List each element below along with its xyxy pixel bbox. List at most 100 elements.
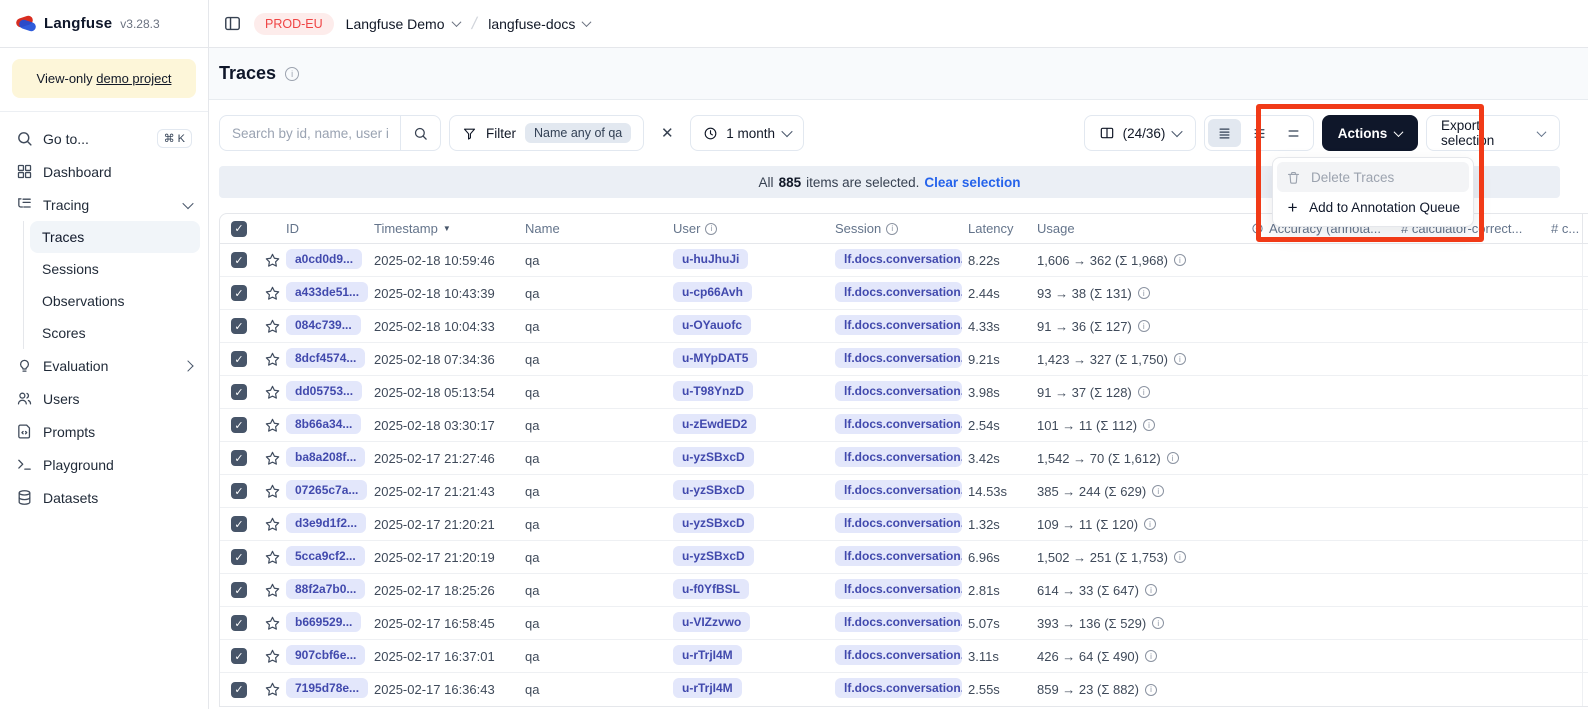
time-range-button[interactable]: 1 month (690, 115, 804, 151)
info-icon[interactable]: i (1152, 617, 1164, 629)
user-badge[interactable]: u-rTrjI4M (673, 678, 742, 698)
info-icon[interactable]: i (1143, 419, 1155, 431)
row-checkbox[interactable]: ✓ (231, 252, 247, 268)
columns-button[interactable]: (24/36) (1084, 115, 1196, 151)
table-row[interactable]: ✓ 907cbf6e... 2025-02-17 16:37:01 qa u-r… (220, 640, 1588, 673)
sidebar-item-evaluation[interactable]: Evaluation (8, 349, 200, 382)
row-checkbox[interactable]: ✓ (231, 351, 247, 367)
table-row[interactable]: ✓ 084c739... 2025-02-18 10:04:33 qa u-OY… (220, 310, 1588, 343)
trace-id-badge[interactable]: 8dcf4574... (286, 348, 365, 368)
sidebar-subitem[interactable]: Traces (30, 221, 200, 253)
row-height-large-button[interactable] (1277, 119, 1310, 147)
row-checkbox[interactable]: ✓ (231, 450, 247, 466)
info-icon[interactable]: i (1174, 353, 1186, 365)
row-checkbox[interactable]: ✓ (231, 549, 247, 565)
star-icon[interactable] (264, 285, 281, 302)
org-switcher[interactable]: Langfuse Demo (346, 16, 460, 32)
actions-button[interactable]: Actions (1322, 115, 1418, 151)
star-icon[interactable] (264, 648, 281, 665)
star-icon[interactable] (264, 318, 281, 335)
select-all-checkbox[interactable]: ✓ (231, 221, 247, 237)
table-row[interactable]: ✓ 8b66a34... 2025-02-18 03:30:17 qa u-zE… (220, 409, 1588, 442)
session-badge[interactable]: lf.docs.conversation... (835, 414, 962, 434)
session-badge[interactable]: lf.docs.conversation... (835, 480, 962, 500)
search-button[interactable] (400, 116, 440, 150)
info-icon[interactable]: i (1145, 684, 1157, 696)
session-badge[interactable]: lf.docs.conversation... (835, 678, 962, 698)
table-row[interactable]: ✓ a0cd0d9... 2025-02-18 10:59:46 qa u-hu… (220, 244, 1588, 277)
session-badge[interactable]: lf.docs.conversation... (835, 513, 962, 533)
session-badge[interactable]: lf.docs.conversation... (835, 546, 962, 566)
row-checkbox[interactable]: ✓ (231, 285, 247, 301)
row-checkbox[interactable]: ✓ (231, 615, 247, 631)
goto-search[interactable]: Go to... ⌘ K (8, 122, 200, 155)
user-badge[interactable]: u-MYpDAT5 (673, 348, 757, 368)
user-badge[interactable]: u-yzSBxcD (673, 546, 754, 566)
session-badge[interactable]: lf.docs.conversation... (835, 348, 962, 368)
clear-filter-button[interactable]: ✕ (652, 118, 682, 148)
session-badge[interactable]: lf.docs.conversation... (835, 282, 962, 302)
session-badge[interactable]: lf.docs.conversation... (835, 645, 962, 665)
filter-button[interactable]: Filter Name any of qa (449, 115, 644, 151)
row-checkbox[interactable]: ✓ (231, 384, 247, 400)
info-icon[interactable]: i (1145, 584, 1157, 596)
session-badge[interactable]: lf.docs.conversation... (835, 579, 962, 599)
info-icon[interactable]: i (1174, 254, 1186, 266)
project-switcher[interactable]: langfuse-docs (488, 16, 590, 32)
trace-id-badge[interactable]: 8b66a34... (286, 414, 361, 434)
info-icon[interactable]: i (1167, 452, 1179, 464)
user-badge[interactable]: u-OYauofc (673, 315, 751, 335)
user-badge[interactable]: u-huJhuJi (673, 249, 748, 269)
table-row[interactable]: ✓ a433de51... 2025-02-18 10:43:39 qa u-c… (220, 277, 1588, 310)
table-row[interactable]: ✓ 8dcf4574... 2025-02-18 07:34:36 qa u-M… (220, 343, 1588, 376)
table-row[interactable]: ✓ dd05753... 2025-02-18 05:13:54 qa u-T9… (220, 376, 1588, 409)
table-row[interactable]: ✓ 5cca9cf2... 2025-02-17 21:20:19 qa u-y… (220, 541, 1588, 574)
info-icon[interactable]: i (1145, 650, 1157, 662)
star-icon[interactable] (264, 615, 281, 632)
sidebar-item-dashboard[interactable]: Dashboard (8, 155, 200, 188)
user-badge[interactable]: u-yzSBxcD (673, 480, 754, 500)
row-checkbox[interactable]: ✓ (231, 417, 247, 433)
table-row[interactable]: ✓ 07265c7a... 2025-02-17 21:21:43 qa u-y… (220, 475, 1588, 508)
trace-id-badge[interactable]: 7195d78e... (286, 678, 368, 698)
table-row[interactable]: ✓ 88f2a7b0... 2025-02-17 18:25:26 qa u-f… (220, 574, 1588, 607)
info-icon[interactable]: i (285, 67, 299, 81)
sidebar-item-datasets[interactable]: Datasets (8, 481, 200, 514)
sidebar-subitem[interactable]: Scores (30, 317, 200, 349)
col-header-session[interactable]: Sessioni (835, 221, 968, 236)
col-header-usage[interactable]: Usage (1037, 221, 1251, 236)
table-row[interactable]: ✓ ba8a208f... 2025-02-17 21:27:46 qa u-y… (220, 442, 1588, 475)
sidebar-toggle-icon[interactable] (223, 14, 242, 33)
trace-id-badge[interactable]: dd05753... (286, 381, 362, 401)
sidebar-item-tracing[interactable]: Tracing (8, 188, 200, 221)
clear-selection-link[interactable]: Clear selection (924, 175, 1020, 190)
menu-item-add-to-annotation-queue[interactable]: + Add to Annotation Queue (1277, 192, 1469, 222)
user-badge[interactable]: u-zEwdED2 (673, 414, 756, 434)
star-icon[interactable] (264, 252, 281, 269)
table-row[interactable]: ✓ 7195d78e... 2025-02-17 16:36:43 qa u-r… (220, 673, 1588, 706)
export-selection-button[interactable]: Export selection (1426, 115, 1560, 151)
trace-id-badge[interactable]: a433de51... (286, 282, 368, 302)
user-badge[interactable]: u-yzSBxcD (673, 447, 754, 467)
star-icon[interactable] (264, 483, 281, 500)
col-header-user[interactable]: Useri (673, 221, 835, 236)
col-header-extra[interactable]: # c... (1551, 214, 1583, 243)
trace-id-badge[interactable]: d3e9d1f2... (286, 513, 366, 533)
col-header-timestamp[interactable]: Timestamp▼ (374, 221, 525, 236)
row-height-medium-button[interactable] (1243, 119, 1276, 147)
user-badge[interactable]: u-rTrjI4M (673, 645, 742, 665)
info-icon[interactable]: i (1174, 551, 1186, 563)
info-icon[interactable]: i (1138, 386, 1150, 398)
sidebar-subitem[interactable]: Observations (30, 285, 200, 317)
row-checkbox[interactable]: ✓ (231, 516, 247, 532)
info-icon[interactable]: i (1138, 320, 1150, 332)
row-checkbox[interactable]: ✓ (231, 648, 247, 664)
star-icon[interactable] (264, 516, 281, 533)
session-badge[interactable]: lf.docs.conversation... (835, 612, 962, 632)
session-badge[interactable]: lf.docs.conversation... (835, 381, 962, 401)
col-header-name[interactable]: Name (525, 221, 673, 236)
row-checkbox[interactable]: ✓ (231, 483, 247, 499)
star-icon[interactable] (264, 582, 281, 599)
menu-item-delete-traces[interactable]: Delete Traces (1277, 162, 1469, 192)
sidebar-item-users[interactable]: Users (8, 382, 200, 415)
